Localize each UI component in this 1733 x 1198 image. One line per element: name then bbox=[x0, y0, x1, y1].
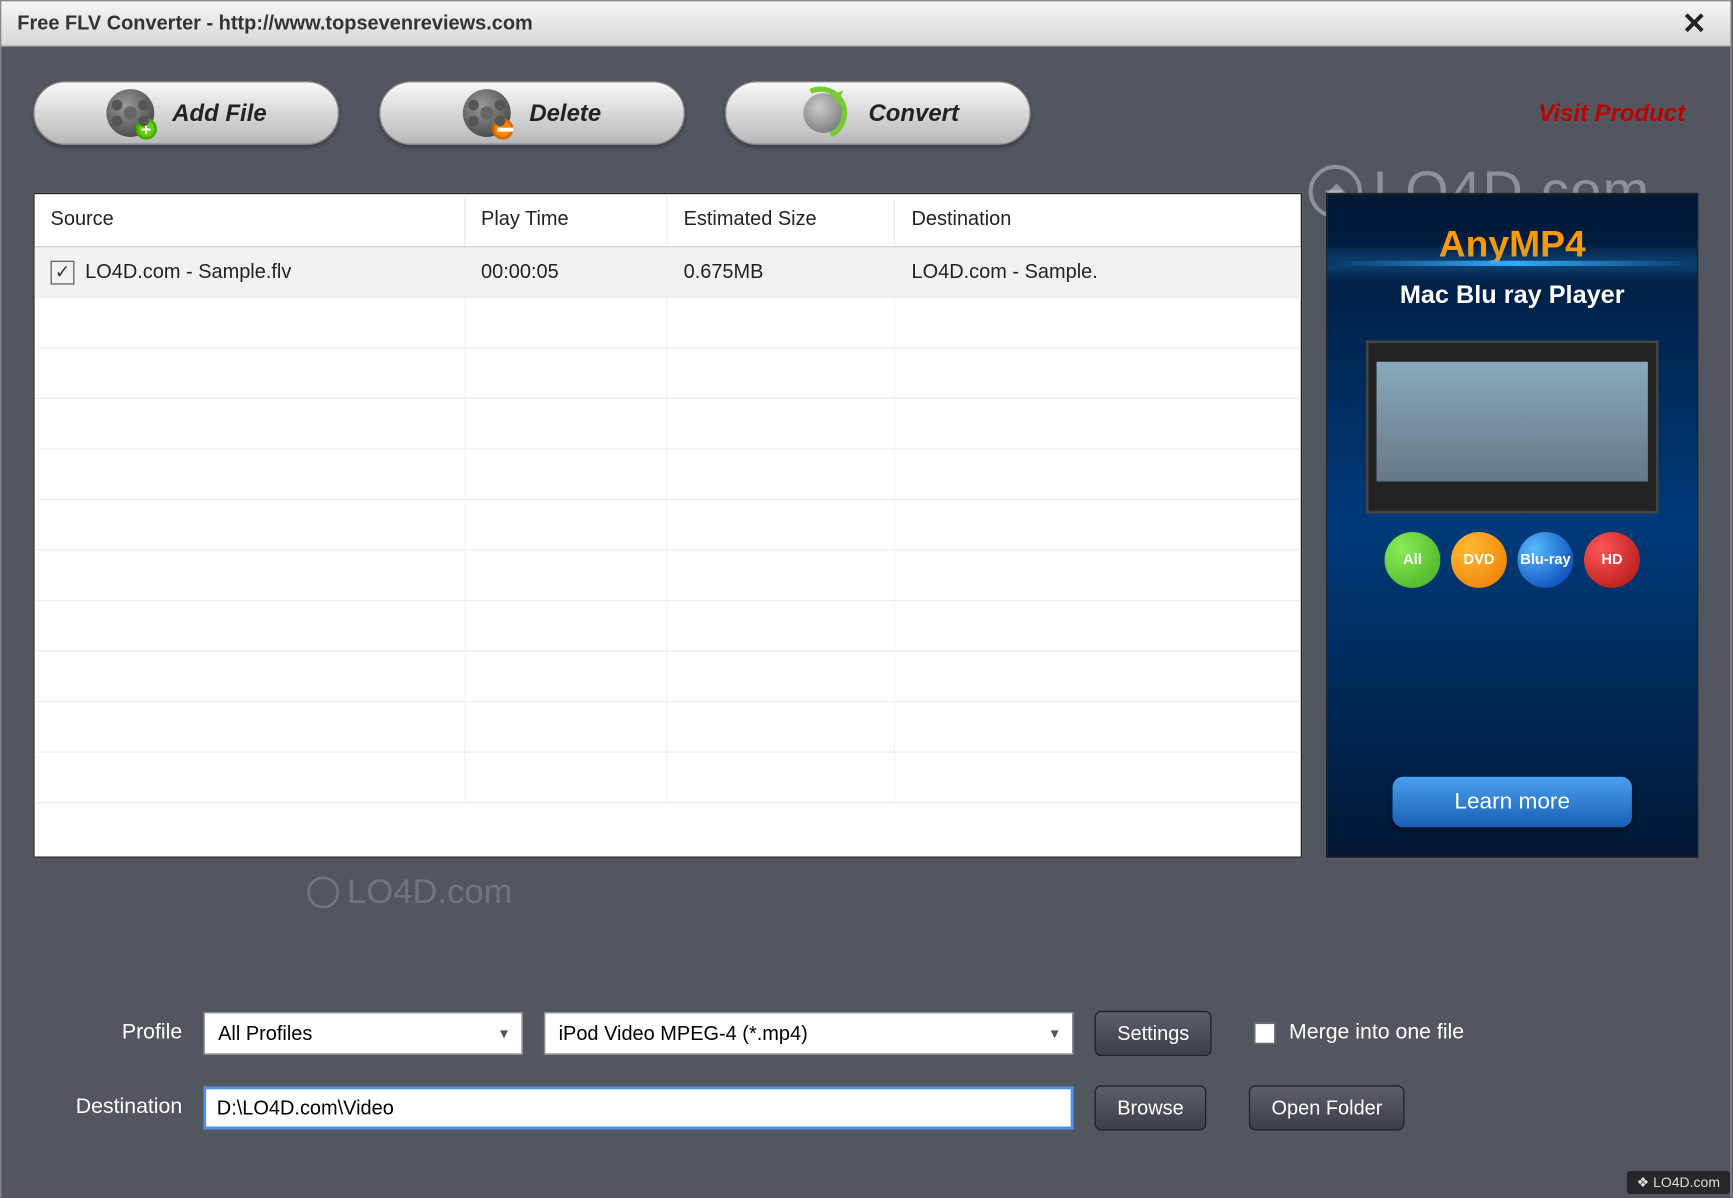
hd-badge-icon: HD bbox=[1584, 532, 1640, 588]
open-folder-button[interactable]: Open Folder bbox=[1249, 1085, 1405, 1130]
destination-input[interactable] bbox=[203, 1087, 1073, 1130]
film-reel-icon bbox=[463, 89, 511, 137]
close-button[interactable]: ✕ bbox=[1674, 6, 1714, 41]
col-source[interactable]: Source bbox=[35, 194, 465, 246]
table-row bbox=[35, 450, 1301, 501]
delete-label: Delete bbox=[529, 99, 601, 127]
toolbar: + Add File Delete Convert Visit Product bbox=[33, 73, 1698, 153]
film-reel-icon: + bbox=[106, 89, 154, 137]
ad-panel: AnyMP4 Mac Blu ray Player All DVD Blu-ra… bbox=[1326, 193, 1698, 858]
table-row bbox=[35, 753, 1301, 804]
table-row bbox=[35, 348, 1301, 399]
add-file-button[interactable]: + Add File bbox=[33, 81, 339, 145]
profile-format-value: iPod Video MPEG-4 (*.mp4) bbox=[559, 1022, 808, 1045]
table-row bbox=[35, 551, 1301, 602]
watermark-icon bbox=[307, 876, 339, 908]
titlebar: Free FLV Converter - http://www.topseven… bbox=[1, 1, 1730, 46]
cell-source: LO4D.com - Sample.flv bbox=[85, 261, 291, 284]
cell-dest: LO4D.com - Sample. bbox=[896, 261, 1301, 284]
table-row bbox=[35, 399, 1301, 450]
learn-more-button[interactable]: Learn more bbox=[1393, 777, 1632, 828]
table-row bbox=[35, 500, 1301, 551]
minus-badge-icon bbox=[492, 118, 513, 139]
bluray-badge-icon: Blu-ray bbox=[1518, 532, 1574, 588]
table-row bbox=[35, 601, 1301, 652]
cell-playtime: 00:00:05 bbox=[465, 261, 668, 284]
plus-badge-icon: + bbox=[135, 118, 156, 139]
ad-screenshot bbox=[1366, 340, 1659, 513]
row-checkbox[interactable]: ✓ bbox=[51, 260, 75, 284]
profile-category-value: All Profiles bbox=[218, 1022, 312, 1045]
table-row bbox=[35, 298, 1301, 349]
convert-button[interactable]: Convert bbox=[725, 81, 1031, 145]
table-row[interactable]: ✓ LO4D.com - Sample.flv 00:00:05 0.675MB… bbox=[35, 247, 1301, 298]
app-window: Free FLV Converter - http://www.topseven… bbox=[0, 0, 1732, 1197]
table-header: Source Play Time Estimated Size Destinat… bbox=[35, 194, 1301, 247]
app-body: + Add File Delete Convert Visit Product … bbox=[1, 47, 1730, 1198]
add-file-label: Add File bbox=[172, 99, 266, 127]
col-playtime[interactable]: Play Time bbox=[465, 194, 668, 246]
content-row: Source Play Time Estimated Size Destinat… bbox=[33, 193, 1698, 858]
profile-format-select[interactable]: iPod Video MPEG-4 (*.mp4) ▾ bbox=[544, 1012, 1073, 1055]
profile-row: Profile All Profiles ▾ iPod Video MPEG-4… bbox=[33, 1009, 1698, 1057]
file-list-panel: Source Play Time Estimated Size Destinat… bbox=[33, 193, 1302, 858]
chevron-down-icon: ▾ bbox=[1051, 1024, 1059, 1043]
dvd-badge-icon: DVD bbox=[1451, 532, 1507, 588]
ad-subtitle: Mac Blu ray Player bbox=[1400, 282, 1625, 311]
delete-button[interactable]: Delete bbox=[379, 81, 685, 145]
ad-badges: All DVD Blu-ray HD bbox=[1385, 532, 1640, 588]
destination-row: Destination Browse Open Folder bbox=[33, 1084, 1698, 1132]
col-dest[interactable]: Destination bbox=[896, 194, 1301, 246]
table-row bbox=[35, 652, 1301, 703]
browse-button[interactable]: Browse bbox=[1095, 1085, 1207, 1130]
col-size[interactable]: Estimated Size bbox=[668, 194, 896, 246]
bottom-form: Profile All Profiles ▾ iPod Video MPEG-4… bbox=[33, 1009, 1698, 1158]
convert-label: Convert bbox=[868, 99, 958, 127]
watermark: LO4D.com bbox=[307, 871, 512, 912]
merge-checkbox[interactable] bbox=[1254, 1023, 1275, 1044]
settings-button[interactable]: Settings bbox=[1095, 1011, 1212, 1056]
visit-product-link[interactable]: Visit Product bbox=[1538, 99, 1685, 127]
table-row bbox=[35, 702, 1301, 753]
chevron-down-icon: ▾ bbox=[500, 1024, 508, 1043]
ad-title: AnyMP4 bbox=[1439, 223, 1586, 266]
window-title: Free FLV Converter - http://www.topseven… bbox=[17, 12, 532, 35]
profile-category-select[interactable]: All Profiles ▾ bbox=[203, 1012, 522, 1055]
cell-size: 0.675MB bbox=[668, 261, 896, 284]
convert-icon bbox=[797, 89, 850, 137]
profile-label: Profile bbox=[33, 1021, 182, 1045]
merge-label: Merge into one file bbox=[1289, 1021, 1464, 1045]
merge-option[interactable]: Merge into one file bbox=[1254, 1021, 1464, 1045]
format-badge-icon: All bbox=[1385, 532, 1441, 588]
destination-label: Destination bbox=[33, 1096, 182, 1120]
